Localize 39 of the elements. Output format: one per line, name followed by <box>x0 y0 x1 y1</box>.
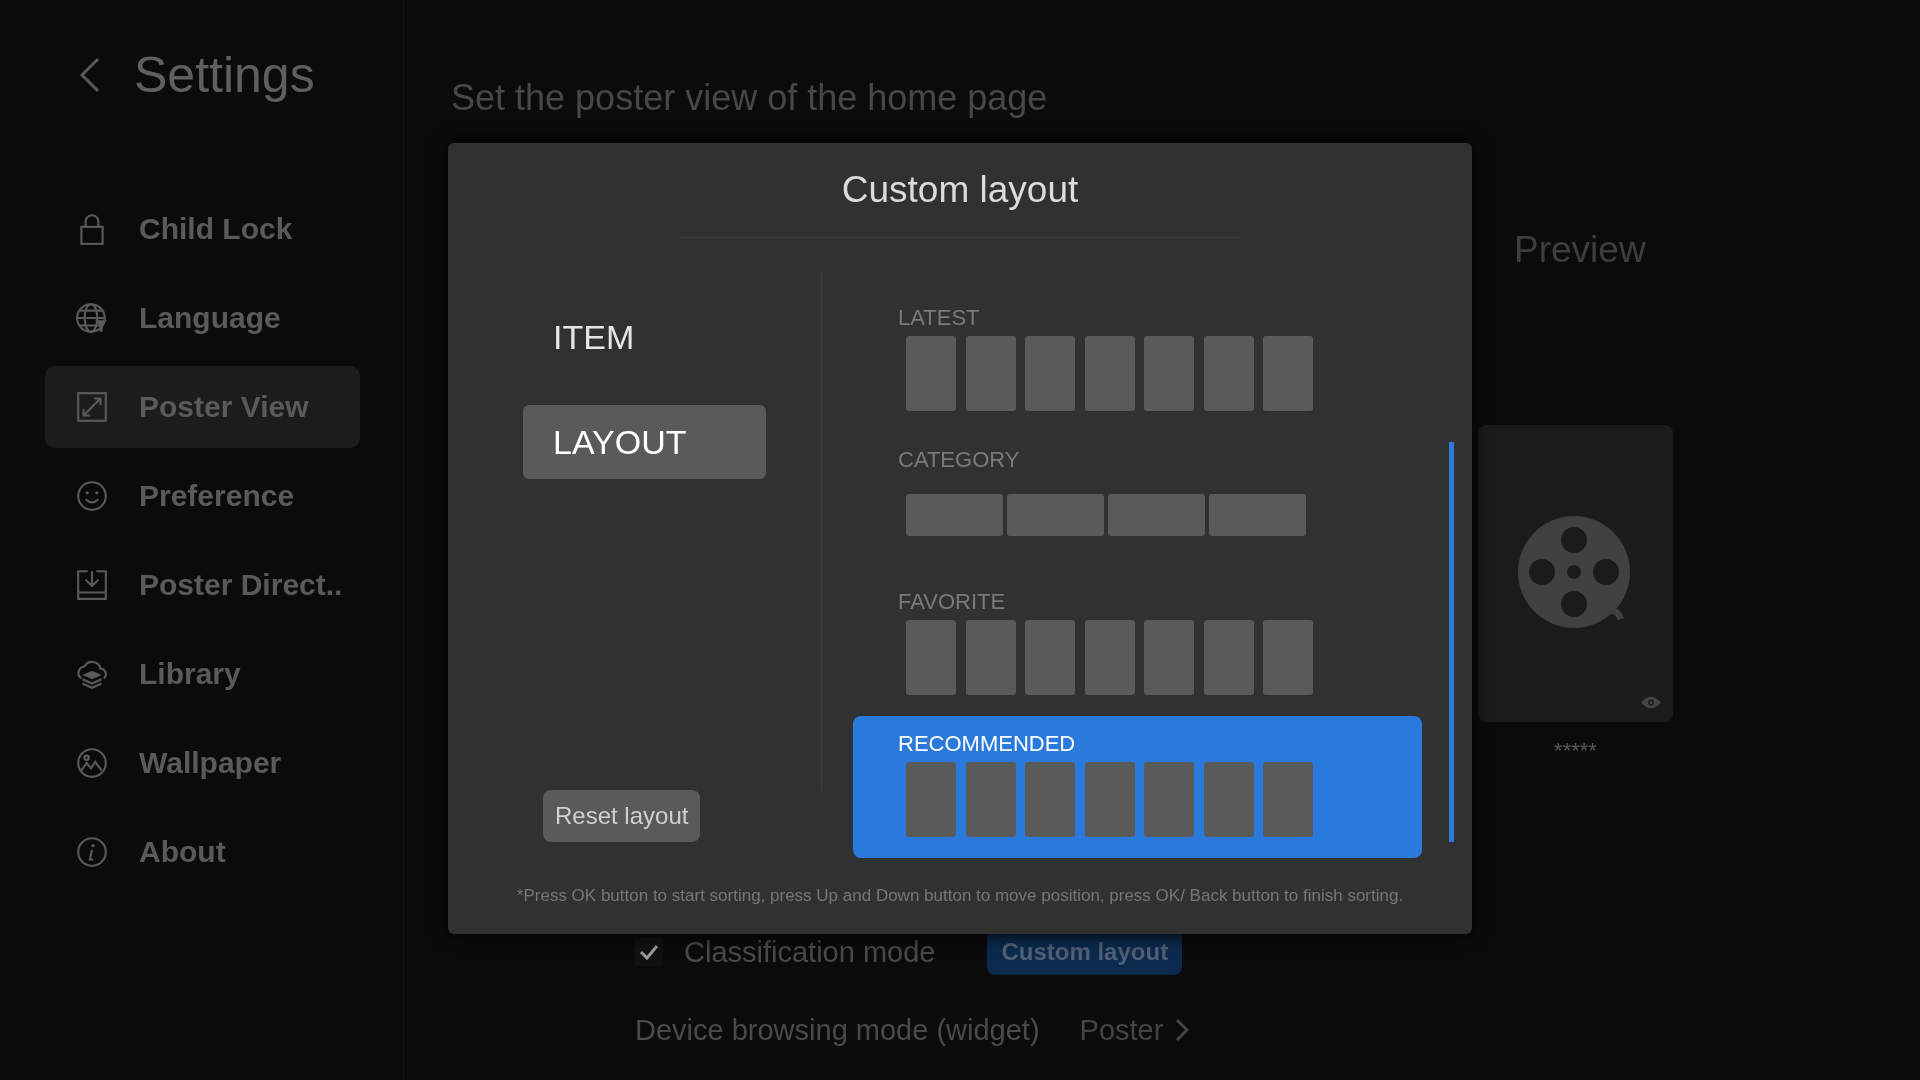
sidebar-item[interactable]: About <box>45 811 360 893</box>
sidebar-item[interactable]: Language <box>45 277 360 359</box>
section-label: CATEGORY <box>898 448 1020 472</box>
poster-caption: ***** <box>1553 738 1598 764</box>
dialog-title: Custom layout <box>841 169 1079 211</box>
option-value[interactable]: Poster <box>1079 1013 1164 1047</box>
scrollbar[interactable] <box>1449 442 1454 842</box>
download-icon <box>75 568 109 602</box>
sidebar-item[interactable]: Poster Direct.. <box>45 544 360 626</box>
back-icon[interactable] <box>78 56 102 94</box>
smiley-icon <box>75 479 109 513</box>
layout-section[interactable]: LATEST <box>853 290 1422 432</box>
page-heading: Set the poster view of the home page <box>451 76 1049 120</box>
layout-section[interactable]: RECOMMENDED <box>853 716 1422 858</box>
checkmark-icon <box>639 944 659 960</box>
expand-icon <box>75 390 109 424</box>
section-label: LATEST <box>898 306 980 330</box>
sidebar-item[interactable]: Preference <box>45 455 360 537</box>
section-label: RECOMMENDED <box>898 732 1076 756</box>
hint-text: *Press OK button to start sorting, press Up and Down button to move position, press OK/ Back button to finish sorting. <box>515 886 1405 906</box>
tab[interactable]: LAYOUT <box>523 405 766 479</box>
globe-icon <box>75 301 109 335</box>
option-label: Device browsing mode (widget) <box>635 1013 1040 1047</box>
picture-icon <box>75 746 109 780</box>
info-icon <box>75 835 109 869</box>
reset-layout-button[interactable]: Reset layout <box>543 790 701 842</box>
sidebar-item[interactable]: Library <box>45 633 360 715</box>
eye-icon <box>1641 696 1661 709</box>
sidebar-item[interactable]: Child Lock <box>45 188 360 270</box>
layout-section[interactable]: FAVORITE <box>853 574 1422 716</box>
sidebar-item[interactable]: Wallpaper <box>45 722 360 804</box>
layout-section[interactable]: CATEGORY <box>853 432 1422 574</box>
checkbox[interactable] <box>635 938 663 966</box>
section-label: FAVORITE <box>898 590 1006 614</box>
tab[interactable]: ITEM <box>523 300 766 374</box>
sidebar-item[interactable]: Poster View <box>45 366 360 448</box>
option-label: Classification mode <box>684 935 936 969</box>
page-title: Settings <box>134 46 315 104</box>
chevron-icon <box>1175 1018 1190 1042</box>
